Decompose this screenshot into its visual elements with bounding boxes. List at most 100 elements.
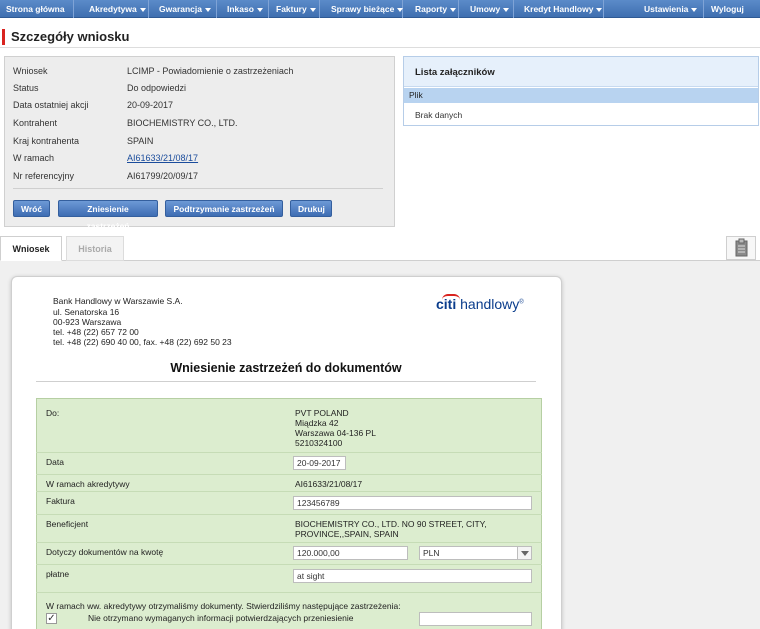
attachments-header: Lista załączników (404, 57, 758, 87)
form-row-divider (36, 592, 542, 593)
detail-value-last-action: 20-09-2017 (127, 100, 174, 110)
title-accent (2, 29, 5, 45)
chevron-down-icon (397, 7, 404, 12)
logo-handlowy-text: handlowy (460, 296, 520, 312)
request-details-panel: Wniosek LCIMP - Powiadomienie o zastrzeż… (4, 56, 395, 231)
recipient-id: 5210324100 (295, 438, 343, 448)
nav-collection[interactable]: Inkaso (221, 0, 269, 18)
detail-label-counterparty: Kontrahent (13, 118, 58, 128)
nav-collection-label: Inkaso (227, 4, 254, 14)
nav-home[interactable]: Strona główna (0, 0, 74, 18)
nav-invoices[interactable]: Faktury (270, 0, 320, 18)
chevron-down-icon (139, 7, 146, 12)
invoice-field[interactable]: 123456789 (293, 496, 532, 510)
bank-phone: tel. +48 (22) 657 72 00 (53, 327, 139, 337)
detail-value-request: LCIMP - Powiadomienie o zastrzeżeniach (127, 66, 294, 76)
detail-value-status: Do odpowiedzi (127, 83, 187, 93)
tab-history[interactable]: Historia (66, 236, 124, 261)
nav-current-matters-label: Sprawy bieżące (331, 4, 395, 14)
form-row-divider (36, 474, 542, 475)
top-navigation: Strona główna Akredytywa Gwarancja Inkas… (0, 0, 760, 18)
to-label: Do: (46, 408, 60, 418)
amount-label: Dotyczy dokumentów na kwotę (46, 547, 164, 557)
payable-label: płatne (46, 569, 70, 579)
recipient-name: PVT POLAND (295, 408, 349, 418)
detail-link-within[interactable]: AI61633/21/08/17 (127, 153, 198, 163)
form-row-divider (36, 564, 542, 565)
nav-agreements[interactable]: Umowy (464, 0, 514, 18)
detail-label-within: W ramach (13, 153, 55, 163)
detail-label-last-action: Data ostatniej akcji (13, 100, 89, 110)
maintain-reservations-button[interactable]: Podtrzymanie zastrzeżeń (165, 200, 283, 217)
detail-value-country: SPAIN (127, 136, 154, 146)
amount-field[interactable]: 120.000,00 (293, 546, 408, 560)
nav-reports-label: Raporty (415, 4, 448, 14)
reservation-detail-field[interactable] (419, 612, 532, 626)
nav-settings[interactable]: Ustawienia (638, 0, 704, 18)
recipient-street: Miądzka 42 (295, 418, 339, 428)
chevron-down-icon (691, 7, 698, 12)
credit-value: AI61633/21/08/17 (295, 479, 363, 489)
nav-letter-of-credit[interactable]: Akredytywa (83, 0, 149, 18)
bank-name: Bank Handlowy w Warszawie S.A. (53, 296, 183, 306)
bank-phone-fax: tel. +48 (22) 690 40 00, fax. +48 (22) 6… (53, 337, 232, 347)
chevron-down-icon (503, 7, 510, 12)
nav-trade-credit[interactable]: Kredyt Handlowy (518, 0, 604, 18)
detail-label-country: Kraj kontrahenta (13, 136, 80, 146)
invoice-label: Faktura (46, 496, 75, 506)
attachments-panel: Lista załączników Plik Brak danych (403, 56, 759, 126)
page-title: Szczegóły wniosku (11, 29, 130, 44)
nav-settings-label: Ustawienia (644, 4, 689, 14)
document-title: Wniesienie zastrzeżeń do dokumentów (170, 361, 402, 375)
nav-agreements-label: Umowy (470, 4, 501, 14)
recipient-city: Warszawa 04-136 PL (295, 428, 376, 438)
attachments-column-file: Plik (409, 90, 423, 100)
attachments-empty-message: Brak danych (415, 110, 463, 120)
nav-invoices-label: Faktury (276, 4, 307, 14)
chevron-down-icon (596, 7, 603, 12)
attachments-title: Lista załączników (415, 67, 495, 78)
date-field[interactable]: 20-09-2017 (293, 456, 346, 470)
back-button[interactable]: Wróć (13, 200, 50, 217)
beneficiary-label: Beneficjent (46, 519, 89, 529)
nav-current-matters[interactable]: Sprawy bieżące (325, 0, 404, 18)
nav-reports[interactable]: Raporty (409, 0, 459, 18)
nav-logout[interactable]: Wyloguj (705, 0, 760, 18)
nav-trade-credit-label: Kredyt Handlowy (524, 4, 594, 14)
details-divider (13, 188, 383, 189)
remove-reservations-button[interactable]: Zniesienie zastrzeżeń (58, 200, 158, 231)
notice-text: W ramach ww. akredytywy otrzymaliśmy dok… (46, 601, 401, 611)
chevron-down-icon (450, 7, 457, 12)
detail-label-reference: Nr referencyjny (13, 171, 75, 181)
print-button[interactable]: Drukuj (290, 200, 332, 217)
chevron-down-icon (205, 7, 211, 12)
nav-guarantee-label: Gwarancja (159, 4, 202, 14)
tab-request[interactable]: Wniosek (0, 236, 62, 261)
clipboard-button[interactable] (726, 236, 756, 260)
bank-street: ul. Senatorska 16 (53, 307, 120, 317)
clipboard-icon (735, 238, 748, 257)
form-row-divider (36, 491, 542, 492)
currency-select-value: PLN (423, 548, 440, 558)
reservation-checkbox-label: Nie otrzymano wymaganych informacji potw… (88, 613, 354, 623)
credit-label: W ramach akredytywy (46, 479, 130, 489)
payable-field[interactable]: at sight (293, 569, 532, 583)
reservation-checkbox[interactable]: ✓ (46, 613, 57, 624)
chevron-down-icon (256, 7, 263, 12)
date-label: Data (46, 457, 64, 467)
chevron-down-icon (517, 547, 531, 559)
detail-label-request: Wniosek (13, 66, 48, 76)
beneficiary-line-1: BIOCHEMISTRY CO., LTD. NO 90 STREET, CIT… (295, 519, 487, 529)
chevron-down-icon (309, 7, 316, 12)
nav-logout-label: Wyloguj (711, 4, 744, 14)
nav-home-label: Strona główna (6, 4, 65, 14)
currency-select[interactable]: PLN (419, 546, 532, 560)
form-row-divider (36, 542, 542, 543)
page-title-bar: Szczegóły wniosku (0, 26, 760, 48)
detail-value-counterparty: BIOCHEMISTRY CO., LTD. (127, 118, 238, 128)
nav-letter-of-credit-label: Akredytywa (89, 4, 137, 14)
citi-handlowy-logo: citi handlowy® (436, 294, 524, 312)
form-row-divider (36, 514, 542, 515)
beneficiary-line-2: PROVINCE,,SPAIN, SPAIN (295, 529, 399, 539)
nav-guarantee[interactable]: Gwarancja (153, 0, 217, 18)
